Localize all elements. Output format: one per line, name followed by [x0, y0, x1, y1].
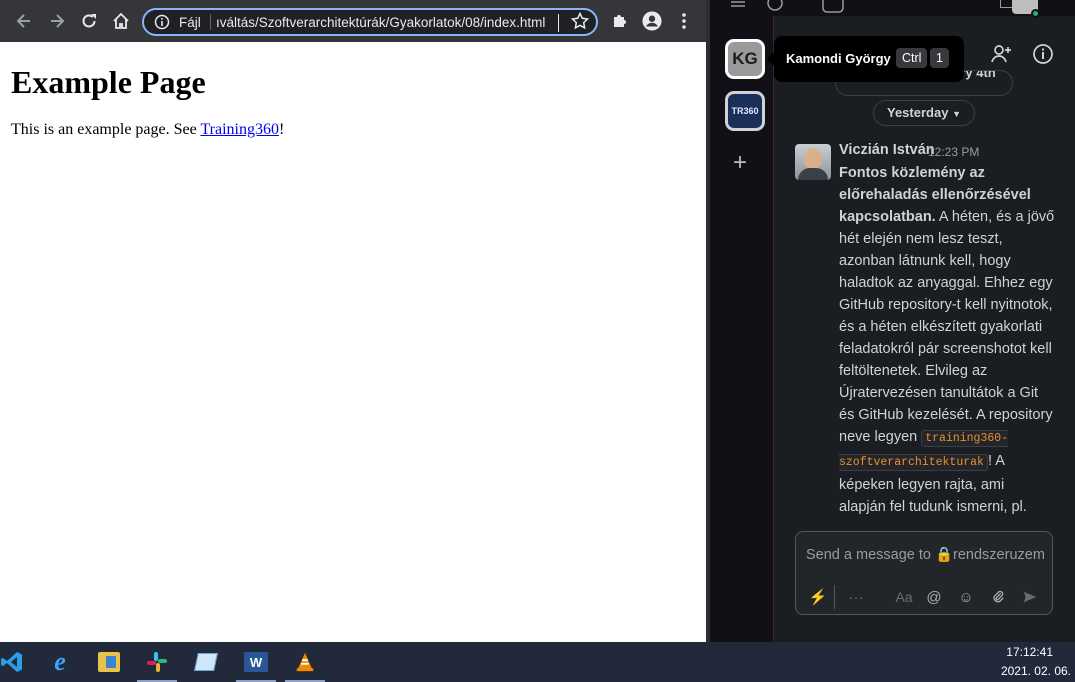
message-text: Fontos közlemény az előrehaladás ellenőr… [839, 165, 1055, 515]
date-divider-yesterday[interactable]: Yesterday ▼ [873, 100, 975, 126]
add-workspace-button[interactable]: + [733, 151, 747, 175]
bookmark-star-icon[interactable] [568, 9, 592, 33]
info-icon[interactable] [154, 14, 170, 30]
extensions-puzzle-icon[interactable] [608, 9, 632, 33]
menu-kebab-icon[interactable] [672, 9, 696, 33]
tooltip-key-ctrl: Ctrl [896, 48, 928, 68]
send-icon[interactable] [1020, 587, 1040, 607]
history-clock-icon[interactable] [766, 0, 784, 12]
tooltip-workspace-name: Kamondi György [786, 51, 891, 66]
browser-toolbar: Fájl ıváltás/Szoftverarchitektúrák/Gyako… [0, 0, 706, 42]
workspace-training360[interactable]: TR360 [725, 91, 765, 131]
slack-title-bar [710, 0, 1075, 18]
slack-window: KG TR360 + Thursday, February 4th Yester… [710, 0, 1075, 642]
training360-logo: TR360 [731, 106, 759, 116]
workspace-kg[interactable]: KG [725, 39, 765, 79]
author-avatar[interactable] [795, 144, 831, 180]
tooltip-key-1: 1 [930, 48, 949, 68]
hamburger-menu-icon[interactable] [730, 0, 746, 8]
home-icon[interactable] [109, 9, 133, 33]
vscode-icon[interactable] [0, 642, 32, 682]
page-heading: Example Page [11, 64, 206, 100]
address-bar[interactable]: Fájl ıváltás/Szoftverarchitektúrák/Gyako… [142, 8, 598, 36]
emoji-icon[interactable]: ☺ [956, 587, 976, 607]
composer-placeholder: Send a message to 🔒rendszeruzemeltetes [806, 547, 1044, 563]
chevron-down-icon: ▼ [952, 109, 961, 119]
info-icon[interactable] [1031, 42, 1055, 66]
training360-link[interactable]: Training360 [200, 121, 279, 138]
message-item[interactable]: Viczián István 12:23 PM Fontos közlemény… [795, 142, 1055, 530]
back-arrow-icon[interactable] [12, 9, 36, 33]
formatting-aa-icon[interactable]: Aa [894, 587, 914, 607]
windows-taskbar: e W 17:12:41 2021. 02. 06. [0, 642, 1075, 682]
address-divider [210, 14, 211, 30]
forward-arrow-icon[interactable] [45, 9, 69, 33]
reload-icon[interactable] [77, 9, 101, 33]
workspace-tooltip: Kamondi György Ctrl 1 [767, 36, 964, 82]
text-caret [558, 14, 559, 32]
message-timestamp[interactable]: 12:23 PM [928, 145, 979, 159]
more-formatting-icon[interactable]: ··· [846, 587, 866, 607]
internet-explorer-icon[interactable]: e [40, 642, 80, 682]
composer-toolbar: ⚡ ··· Aa @ ☺ [808, 585, 1044, 609]
workspace-rail: KG TR360 + [710, 16, 774, 642]
browser-window: Fájl ıváltás/Szoftverarchitektúrák/Gyako… [0, 0, 710, 642]
web-page-content: Example Page This is an example page. Se… [0, 42, 706, 642]
word-icon[interactable]: W [236, 642, 276, 682]
shortcuts-lightning-icon[interactable]: ⚡ [808, 587, 828, 607]
url-input[interactable]: ıváltás/Szoftverarchitektúrák/Gyakorlato… [216, 15, 556, 30]
add-person-icon[interactable] [989, 42, 1013, 66]
presence-dot [1031, 9, 1040, 18]
notepad-icon[interactable] [186, 642, 226, 682]
mention-at-icon[interactable]: @ [924, 587, 944, 607]
vlc-icon[interactable] [285, 642, 325, 682]
address-scheme-label: Fájl [179, 15, 201, 30]
paragraph-text: This is an example page. See [11, 121, 201, 138]
slack-taskbar-icon[interactable] [137, 642, 177, 682]
clock-time[interactable]: 17:12:41 [1006, 645, 1053, 659]
message-author[interactable]: Viczián István [839, 142, 935, 158]
profile-avatar-icon[interactable] [640, 9, 664, 33]
paragraph-text-end: ! [278, 121, 285, 138]
help-icon[interactable] [822, 0, 844, 14]
message-composer[interactable]: Send a message to 🔒rendszeruzemeltetes ⚡… [795, 531, 1053, 615]
attachment-paperclip-icon[interactable] [988, 587, 1008, 607]
channel-header-actions [989, 42, 1055, 66]
file-explorer-sync-icon[interactable] [89, 642, 129, 682]
clock-date[interactable]: 2021. 02. 06. [1001, 664, 1071, 678]
page-paragraph: This is an example page. See Training360… [11, 121, 284, 139]
